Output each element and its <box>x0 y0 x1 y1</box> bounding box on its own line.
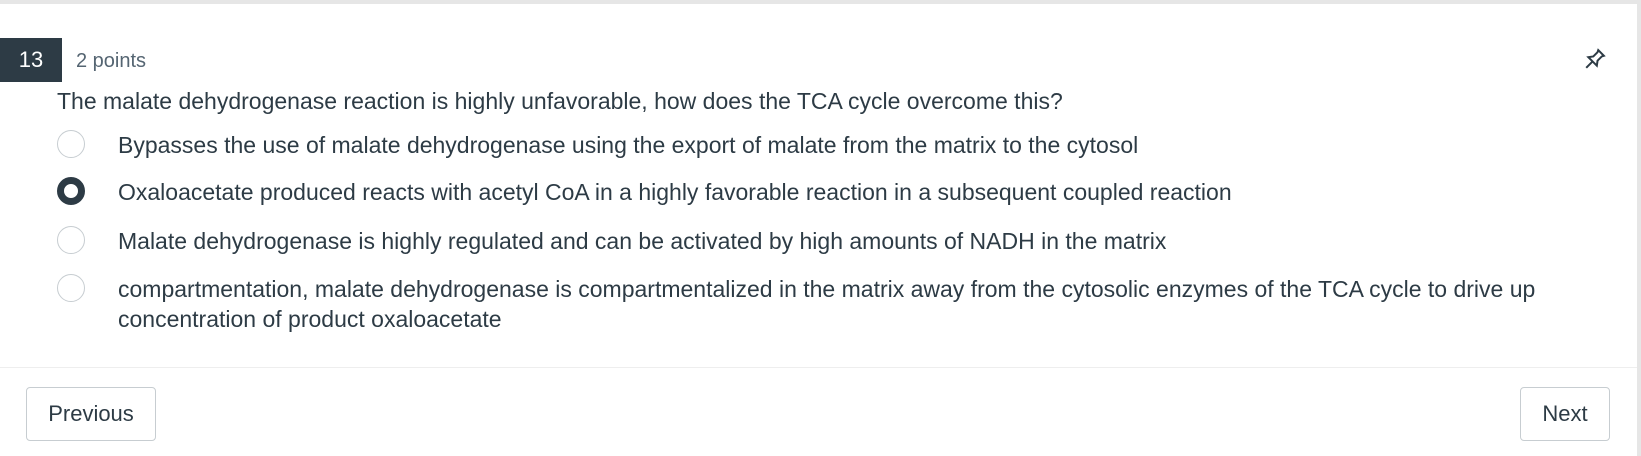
answer-label: compartmentation, malate dehydrogenase i… <box>118 276 1536 332</box>
answer-label: Oxaloacetate produced reacts with acetyl… <box>118 179 1232 205</box>
answer-label: Bypasses the use of malate dehydrogenase… <box>118 132 1139 158</box>
question-number-badge: 13 <box>0 38 62 82</box>
question-points: 2 points <box>76 50 147 72</box>
divider <box>0 367 1637 368</box>
answer-label: Malate dehydrogenase is highly regulated… <box>118 228 1167 254</box>
pin-icon[interactable] <box>1580 46 1608 74</box>
radio-button-selected[interactable] <box>57 177 85 205</box>
previous-button[interactable]: Previous <box>26 387 156 441</box>
radio-button[interactable] <box>57 274 85 302</box>
next-button[interactable]: Next <box>1520 387 1610 441</box>
radio-button[interactable] <box>57 130 85 158</box>
pin-icon-graphic <box>1585 48 1606 69</box>
question-text: The malate dehydrogenase reaction is hig… <box>57 88 1063 114</box>
quiz-question-panel: 13 2 points The malate dehydrogenase rea… <box>0 0 1641 456</box>
radio-button[interactable] <box>57 226 85 254</box>
